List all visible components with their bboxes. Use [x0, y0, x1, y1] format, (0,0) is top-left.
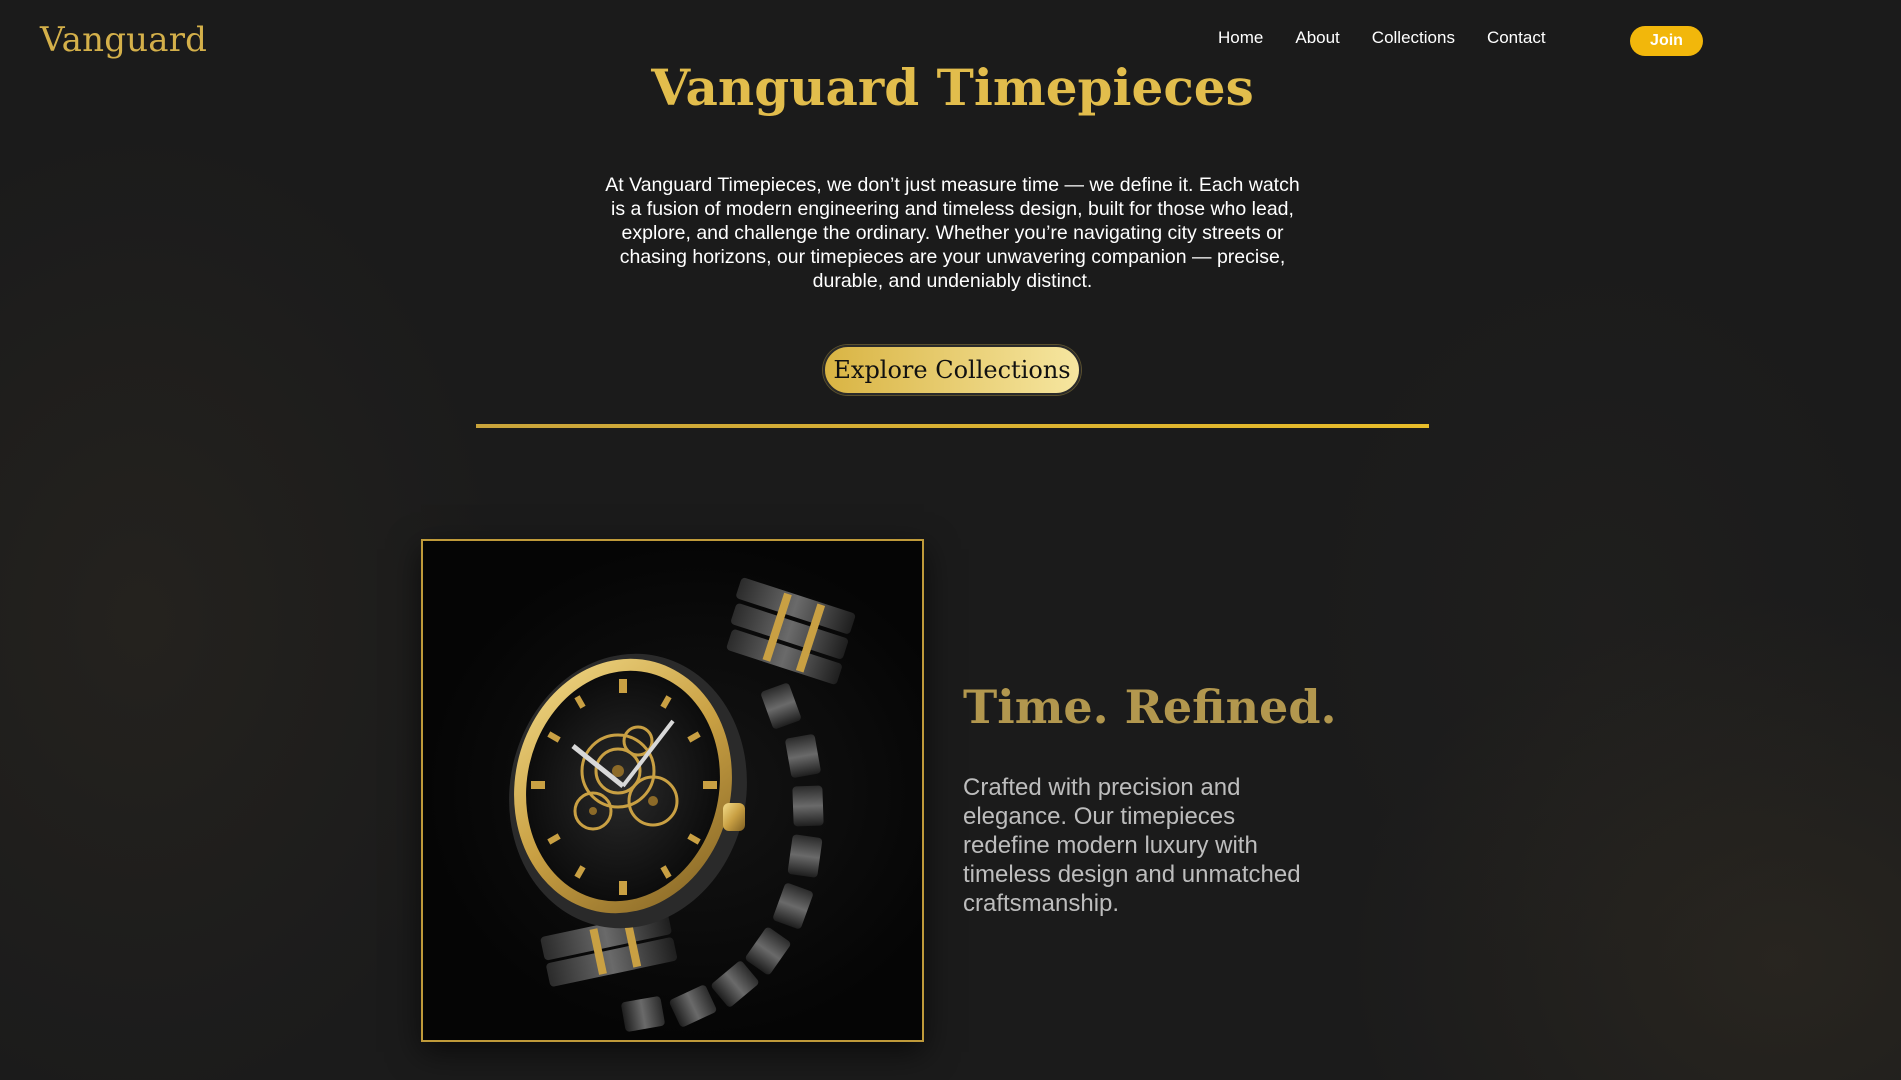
- site-logo[interactable]: Vanguard: [40, 20, 207, 60]
- feature-description: Crafted with precision and elegance. Our…: [963, 774, 1301, 917]
- nav-link-collections[interactable]: Collections: [1372, 28, 1455, 48]
- nav-link-about[interactable]: About: [1295, 28, 1339, 48]
- skeleton-wristwatch-image: [509, 577, 856, 1032]
- join-button[interactable]: Join: [1630, 26, 1703, 56]
- nav-link-contact[interactable]: Contact: [1487, 28, 1546, 48]
- hero-title: Vanguard Timepieces: [651, 58, 1254, 117]
- page: Vanguard Home About Collections Contact …: [0, 0, 1901, 1080]
- watch-image: [421, 539, 924, 1042]
- nav-link-home[interactable]: Home: [1218, 28, 1263, 48]
- gold-divider: [476, 424, 1429, 428]
- main-nav: Home About Collections Contact: [1218, 28, 1578, 48]
- hero-description: At Vanguard Timepieces, we don’t just me…: [605, 174, 1300, 292]
- explore-collections-button[interactable]: Explore Collections: [823, 345, 1081, 395]
- feature-title: Time. Refined.: [963, 680, 1337, 734]
